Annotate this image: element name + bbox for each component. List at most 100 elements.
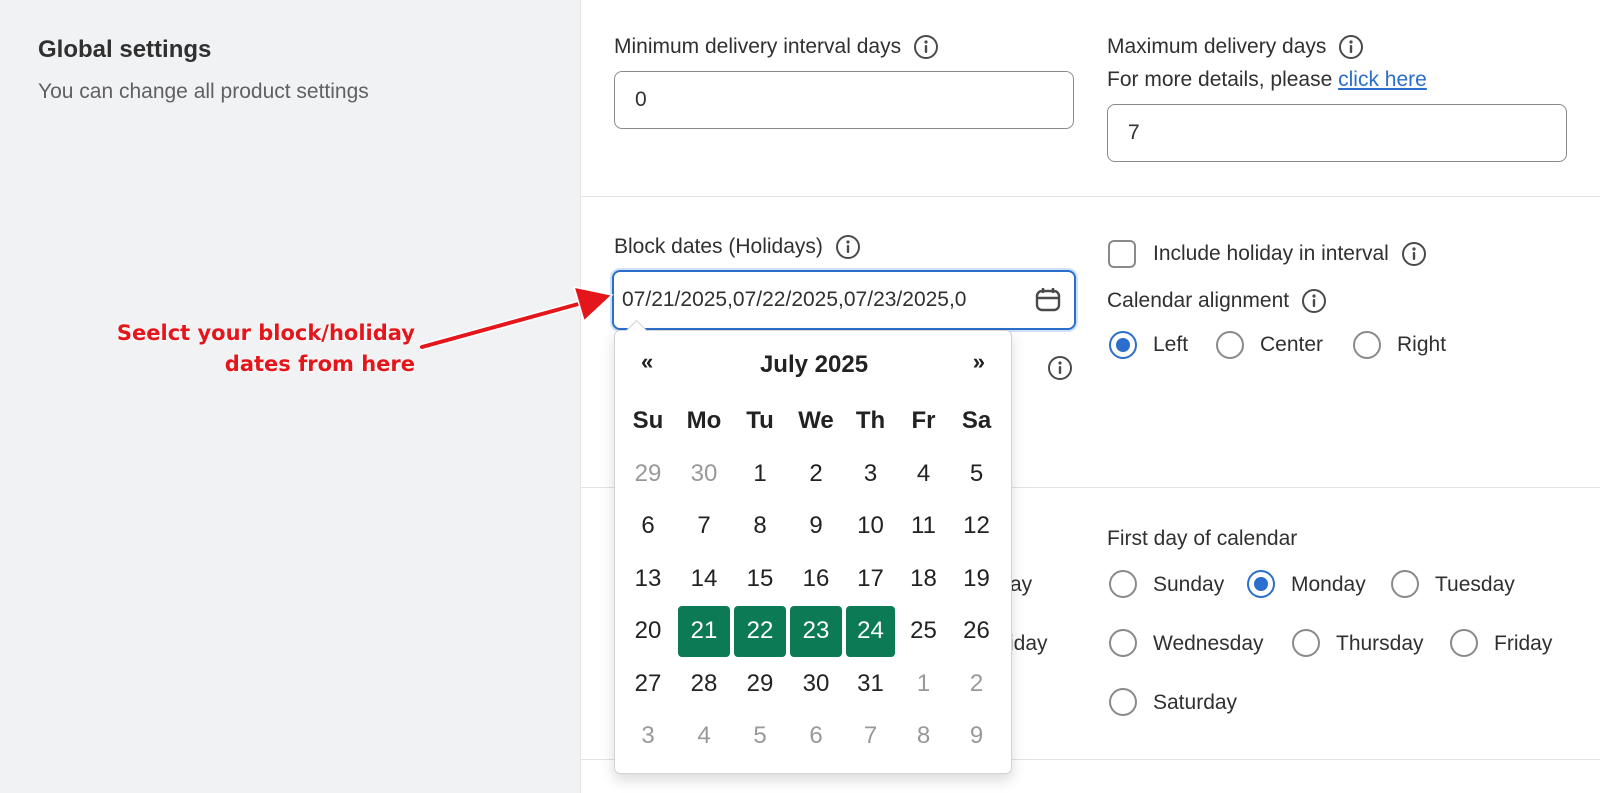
calendar-day[interactable]: 20 xyxy=(622,606,674,657)
calendar-day[interactable]: 8 xyxy=(734,501,786,552)
weekday-header: Su xyxy=(632,407,664,435)
max-delivery-details: For more details, please click here xyxy=(1107,68,1427,92)
calendar-day-selected[interactable]: 23 xyxy=(790,606,842,657)
calendar-day[interactable]: 5 xyxy=(734,711,786,762)
calendar-day[interactable]: 6 xyxy=(622,501,674,552)
annotation-arrow xyxy=(420,286,614,351)
calendar-day[interactable]: 30 xyxy=(790,659,842,710)
click-here-link[interactable]: click here xyxy=(1338,68,1427,92)
calendar-day[interactable]: 30 xyxy=(678,449,730,500)
calendar-day[interactable]: 28 xyxy=(678,659,730,710)
min-delivery-label: Minimum delivery interval days xyxy=(614,34,939,60)
min-delivery-input[interactable]: 0 xyxy=(614,71,1074,129)
info-icon[interactable] xyxy=(1301,288,1327,314)
calendar-day[interactable]: 3 xyxy=(846,449,895,500)
calendar-day[interactable]: 12 xyxy=(952,501,1001,552)
alignment-center-radio[interactable] xyxy=(1216,331,1244,359)
max-delivery-input[interactable]: 7 xyxy=(1107,104,1567,162)
hidden-option-fragment: ay xyxy=(1010,573,1033,596)
firstday-tuesday-radio[interactable] xyxy=(1391,570,1419,598)
calendar-day[interactable]: 13 xyxy=(622,554,674,605)
calendar-day[interactable]: 7 xyxy=(846,711,895,762)
calendar-day[interactable]: 1 xyxy=(734,449,786,500)
next-month-button[interactable]: » xyxy=(973,349,985,375)
max-delivery-label: Maximum delivery days xyxy=(1107,34,1364,60)
calendar-day[interactable]: 26 xyxy=(952,606,1001,657)
firstday-sunday-label[interactable]: Sunday xyxy=(1153,573,1224,597)
calendar-day[interactable]: 27 xyxy=(622,659,674,710)
block-dates-label: Block dates (Holidays) xyxy=(614,234,861,260)
firstday-saturday-label[interactable]: Saturday xyxy=(1153,691,1237,715)
include-holiday-label: Include holiday in interval xyxy=(1153,241,1427,267)
weekday-header: Fr xyxy=(911,407,936,435)
include-holiday-checkbox[interactable] xyxy=(1108,240,1136,268)
annotation-line: dates from here xyxy=(224,352,415,376)
alignment-right-label[interactable]: Right xyxy=(1397,333,1446,357)
calendar-day-selected[interactable]: 21 xyxy=(678,606,730,657)
calendar-day[interactable]: 14 xyxy=(678,554,730,605)
weekday-header: Tu xyxy=(746,407,774,435)
info-icon[interactable] xyxy=(1401,241,1427,267)
alignment-center-label[interactable]: Center xyxy=(1260,333,1323,357)
calendar-day[interactable]: 2 xyxy=(952,659,1001,710)
calendar-day[interactable]: 8 xyxy=(899,711,948,762)
alignment-left-radio[interactable] xyxy=(1109,331,1137,359)
firstday-saturday-radio[interactable] xyxy=(1109,688,1137,716)
calendar-day[interactable]: 10 xyxy=(846,501,895,552)
calendar-day[interactable]: 5 xyxy=(952,449,1001,500)
calendar-day[interactable]: 29 xyxy=(734,659,786,710)
calendar-day[interactable]: 17 xyxy=(846,554,895,605)
calendar-day[interactable]: 1 xyxy=(899,659,948,710)
calendar-day[interactable]: 2 xyxy=(790,449,842,500)
weekday-header: We xyxy=(798,407,834,435)
firstday-monday-label[interactable]: Monday xyxy=(1291,573,1366,597)
calendar-day[interactable]: 3 xyxy=(622,711,674,762)
firstday-wednesday-radio[interactable] xyxy=(1109,629,1137,657)
calendar-day[interactable]: 18 xyxy=(899,554,948,605)
section-title: Global settings xyxy=(38,36,212,63)
info-icon[interactable] xyxy=(835,234,861,260)
calendar-day[interactable]: 9 xyxy=(790,501,842,552)
calendar-alignment-label: Calendar alignment xyxy=(1107,288,1327,314)
calendar-day[interactable]: 31 xyxy=(846,659,895,710)
global-settings-panel: Global settings You can change all produ… xyxy=(0,0,580,793)
firstday-wednesday-label[interactable]: Wednesday xyxy=(1153,632,1264,656)
firstday-monday-radio[interactable] xyxy=(1247,570,1275,598)
weekday-header: Sa xyxy=(961,407,992,435)
annotation-line: Seelct your block/holiday xyxy=(116,321,415,345)
alignment-left-label[interactable]: Left xyxy=(1153,333,1188,357)
calendar-day[interactable]: 15 xyxy=(734,554,786,605)
alignment-right-radio[interactable] xyxy=(1353,331,1381,359)
info-icon[interactable] xyxy=(1047,355,1073,381)
firstday-tuesday-label[interactable]: Tuesday xyxy=(1435,573,1515,597)
calendar-day[interactable]: 16 xyxy=(790,554,842,605)
calendar-day[interactable]: 7 xyxy=(678,501,730,552)
max-delivery-label-text: Maximum delivery days xyxy=(1107,35,1327,58)
calendar-day[interactable]: 6 xyxy=(790,711,842,762)
max-delivery-value: 7 xyxy=(1128,121,1140,144)
min-delivery-label-text: Minimum delivery interval days xyxy=(614,35,902,58)
block-dates-input[interactable]: 07/21/2025,07/22/2025,07/23/2025,0 xyxy=(612,270,1076,330)
datepicker-grid: Su Mo Tu We Th Fr Sa 29 30 1 2 3 4 5 6 7 8 9 10 11 12 13 14 15 1… xyxy=(620,395,1003,763)
calendar-day[interactable]: 29 xyxy=(622,449,674,500)
firstday-thursday-label[interactable]: Thursday xyxy=(1336,632,1424,656)
calendar-day-selected[interactable]: 24 xyxy=(846,606,895,657)
firstday-sunday-radio[interactable] xyxy=(1109,570,1137,598)
firstday-friday-radio[interactable] xyxy=(1450,629,1478,657)
calendar-day[interactable]: 25 xyxy=(899,606,948,657)
calendar-day[interactable]: 11 xyxy=(899,501,948,552)
section-subtitle: You can change all product settings xyxy=(38,80,369,103)
calendar-day[interactable]: 4 xyxy=(899,449,948,500)
firstday-friday-label[interactable]: Friday xyxy=(1494,632,1552,656)
calendar-day[interactable]: 19 xyxy=(952,554,1001,605)
min-delivery-value: 0 xyxy=(635,88,647,111)
calendar-day-selected[interactable]: 22 xyxy=(734,606,786,657)
info-icon[interactable] xyxy=(913,34,939,60)
firstday-thursday-radio[interactable] xyxy=(1292,629,1320,657)
calendar-day[interactable]: 4 xyxy=(678,711,730,762)
first-day-label-text: First day of calendar xyxy=(1107,527,1298,550)
datepicker-month-label[interactable]: July 2025 xyxy=(615,351,1013,379)
info-icon[interactable] xyxy=(1338,34,1364,60)
calendar-day[interactable]: 9 xyxy=(952,711,1001,762)
calendar-icon[interactable] xyxy=(1034,286,1062,314)
